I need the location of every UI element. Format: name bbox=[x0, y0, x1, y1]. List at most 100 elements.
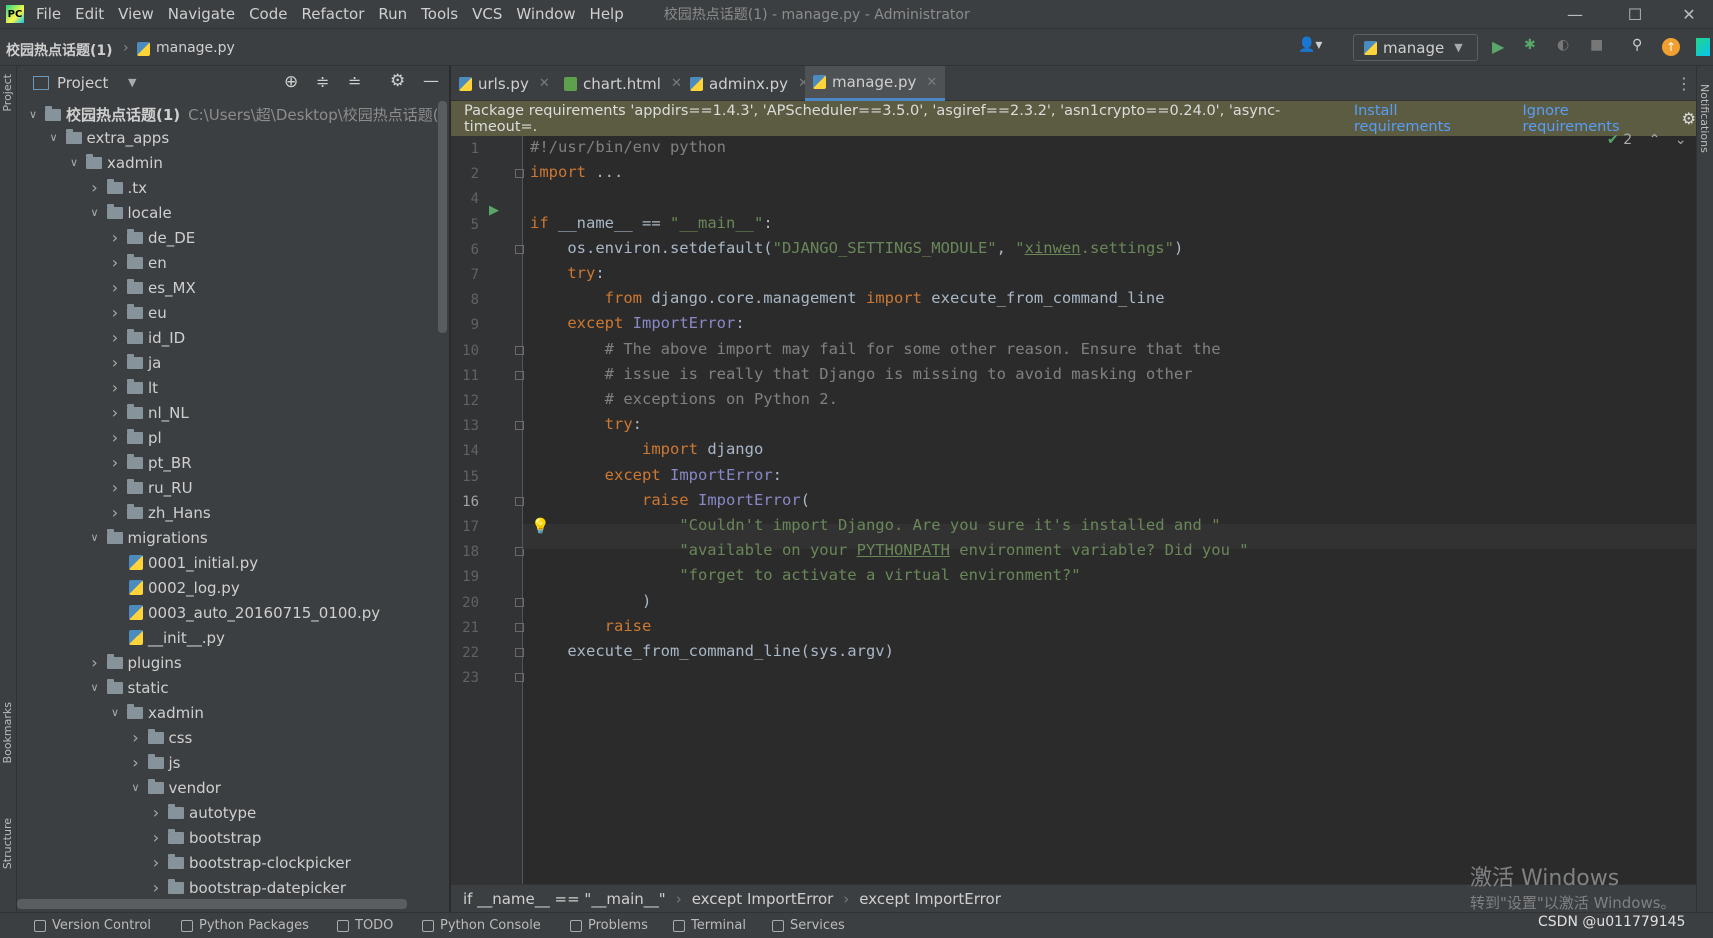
install-requirements-link[interactable]: Install requirements bbox=[1354, 103, 1499, 135]
close-tab-icon[interactable]: ✕ bbox=[539, 76, 550, 91]
maximize-icon[interactable]: ☐ bbox=[1612, 0, 1658, 28]
code-editor[interactable]: 1 2 4 5 6 7 8 9 10 11 12 13 14 15 16 17 18 19 20 21 22 23 #!/… bbox=[451, 132, 1696, 884]
code-line[interactable]: try: bbox=[530, 264, 604, 282]
banner-settings-icon[interactable]: ⚙ bbox=[1682, 109, 1696, 128]
tool-version-control[interactable]: Version Control bbox=[34, 918, 151, 933]
tree-file-item[interactable]: __init__.py bbox=[107, 625, 225, 650]
chevron-right-icon[interactable]: › bbox=[148, 803, 164, 822]
locate-file-icon[interactable]: ⊕ bbox=[284, 72, 298, 92]
project-tool-button[interactable]: Project bbox=[1, 74, 14, 112]
tree-folder-item[interactable]: › zh_Hans bbox=[107, 500, 211, 525]
fold-marker-icon[interactable] bbox=[515, 244, 524, 254]
code-line[interactable]: "Couldn't import Django. Are you sure it… bbox=[530, 516, 1220, 534]
tree-horizontal-scrollbar[interactable] bbox=[17, 899, 407, 909]
code-line[interactable]: raise ImportError( bbox=[530, 491, 810, 509]
tree-folder-item[interactable]: ∨ static bbox=[87, 675, 169, 700]
chevron-down-icon[interactable]: ∨ bbox=[128, 781, 144, 794]
code-line[interactable]: ) bbox=[530, 592, 651, 610]
tab-manage-py[interactable]: manage.py ✕ bbox=[805, 66, 946, 101]
ignore-requirements-link[interactable]: Ignore requirements bbox=[1523, 103, 1670, 135]
tool-terminal[interactable]: Terminal bbox=[673, 918, 746, 933]
tool-python-packages[interactable]: Python Packages bbox=[181, 918, 309, 933]
menu-refactor[interactable]: Refactor bbox=[301, 5, 364, 23]
run-gutter-icon[interactable]: ▶ bbox=[489, 203, 499, 218]
run-config-selector[interactable]: manage ▼ bbox=[1353, 34, 1478, 61]
code-line[interactable]: # The above import may fail for some oth… bbox=[530, 340, 1221, 358]
code-line[interactable]: "forget to activate a virtual environmen… bbox=[530, 566, 1080, 584]
fold-marker-icon[interactable] bbox=[515, 370, 524, 380]
tree-folder-item[interactable]: › ru_RU bbox=[107, 475, 193, 500]
chevron-down-icon[interactable]: ∨ bbox=[87, 206, 103, 219]
coverage-icon[interactable]: ◐ bbox=[1557, 37, 1569, 53]
notifications-tool-button[interactable]: Notifications bbox=[1698, 84, 1711, 153]
tree-file-item[interactable]: 0002_log.py bbox=[107, 575, 240, 600]
chevron-right-icon[interactable]: › bbox=[107, 253, 123, 272]
tab-urls-py[interactable]: urls.py ✕ bbox=[451, 66, 558, 101]
expand-all-icon[interactable]: ≑ bbox=[316, 72, 329, 91]
tree-folder-item[interactable]: › en bbox=[107, 250, 167, 275]
fold-marker-icon[interactable] bbox=[515, 345, 524, 355]
tree-folder-item[interactable]: › eu bbox=[107, 300, 167, 325]
chevron-right-icon[interactable]: › bbox=[148, 828, 164, 847]
chevron-right-icon[interactable]: › bbox=[107, 503, 123, 522]
project-view-label[interactable]: Project bbox=[57, 74, 108, 92]
tab-adminx-py[interactable]: adminx.py ✕ bbox=[682, 66, 817, 101]
chevron-down-icon[interactable]: ⌄ bbox=[1675, 132, 1687, 148]
menu-view[interactable]: View bbox=[118, 5, 154, 23]
chevron-right-icon[interactable]: › bbox=[148, 853, 164, 872]
fold-marker-icon[interactable] bbox=[515, 622, 524, 632]
debug-icon[interactable]: ✱ bbox=[1524, 37, 1536, 53]
editor-breadcrumb-item[interactable]: if __name__ == "__main__" bbox=[463, 890, 666, 908]
chevron-right-icon[interactable]: › bbox=[107, 428, 123, 447]
tree-folder-item[interactable]: › nl_NL bbox=[107, 400, 189, 425]
code-line[interactable]: os.environ.setdefault("DJANGO_SETTINGS_M… bbox=[530, 239, 1183, 257]
tree-folder-item[interactable]: › bootstrap-datepicker bbox=[148, 875, 346, 900]
breadcrumb-project[interactable]: 校园热点话题(1) bbox=[6, 40, 113, 60]
tree-folder-item[interactable]: › id_ID bbox=[107, 325, 185, 350]
chevron-down-icon[interactable]: ∨ bbox=[46, 131, 62, 144]
editor-breadcrumb-item[interactable]: except ImportError bbox=[859, 890, 1001, 908]
editor-breadcrumb-item[interactable]: except ImportError bbox=[692, 890, 834, 908]
code-line[interactable]: # issue is really that Django is missing… bbox=[530, 365, 1193, 383]
user-account-icon[interactable]: 👤▾ bbox=[1298, 37, 1322, 53]
fold-marker-icon[interactable] bbox=[515, 673, 524, 683]
minimize-icon[interactable]: — bbox=[1552, 0, 1598, 28]
tool-problems[interactable]: Problems bbox=[570, 918, 648, 933]
code-line[interactable]: import ... bbox=[530, 163, 623, 181]
close-tab-icon[interactable]: ✕ bbox=[926, 75, 937, 90]
menu-edit[interactable]: Edit bbox=[75, 5, 104, 23]
tree-folder-item[interactable]: ∨ extra_apps bbox=[46, 125, 169, 150]
menu-vcs[interactable]: VCS bbox=[472, 5, 502, 23]
fold-marker-icon[interactable] bbox=[515, 169, 524, 179]
chevron-right-icon[interactable]: › bbox=[107, 353, 123, 372]
chevron-up-icon[interactable]: ⌃ bbox=[1649, 132, 1661, 148]
structure-tool-button[interactable]: Structure bbox=[1, 818, 14, 869]
code-line[interactable]: try: bbox=[530, 415, 642, 433]
tree-file-item[interactable]: 0001_initial.py bbox=[107, 550, 258, 575]
chevron-right-icon[interactable]: › bbox=[107, 478, 123, 497]
tree-folder-item[interactable]: › autotype bbox=[148, 800, 256, 825]
tree-folder-item[interactable]: ∨ migrations bbox=[87, 525, 208, 550]
chevron-down-icon[interactable]: ∨ bbox=[87, 681, 103, 694]
code-line[interactable]: #!/usr/bin/env python bbox=[530, 138, 726, 156]
tree-file-item[interactable]: 0003_auto_20160715_0100.py bbox=[107, 600, 380, 625]
code-line[interactable]: raise bbox=[530, 617, 652, 635]
chevron-right-icon[interactable]: › bbox=[107, 328, 123, 347]
chevron-right-icon[interactable]: › bbox=[107, 453, 123, 472]
tool-services[interactable]: Services bbox=[772, 918, 845, 933]
lightbulb-icon[interactable]: 💡 bbox=[531, 517, 550, 535]
chevron-right-icon[interactable]: › bbox=[87, 178, 103, 197]
tree-folder-item[interactable]: › .tx bbox=[87, 175, 147, 200]
tree-folder-item[interactable]: › ja bbox=[107, 350, 162, 375]
tree-folder-item[interactable]: › de_DE bbox=[107, 225, 195, 250]
tree-folder-item[interactable]: ∨ locale bbox=[87, 200, 172, 225]
chevron-down-icon[interactable]: ∨ bbox=[66, 156, 82, 169]
tree-folder-item[interactable]: › es_MX bbox=[107, 275, 196, 300]
chevron-right-icon[interactable]: › bbox=[107, 378, 123, 397]
gear-icon[interactable]: ⚙ bbox=[390, 71, 405, 91]
code-line[interactable]: if __name__ == "__main__": bbox=[530, 214, 773, 232]
tree-folder-item[interactable]: ∨ xadmin bbox=[66, 150, 163, 175]
menu-window[interactable]: Window bbox=[516, 5, 575, 23]
tool-todo[interactable]: TODO bbox=[337, 918, 393, 933]
menu-code[interactable]: Code bbox=[249, 5, 287, 23]
